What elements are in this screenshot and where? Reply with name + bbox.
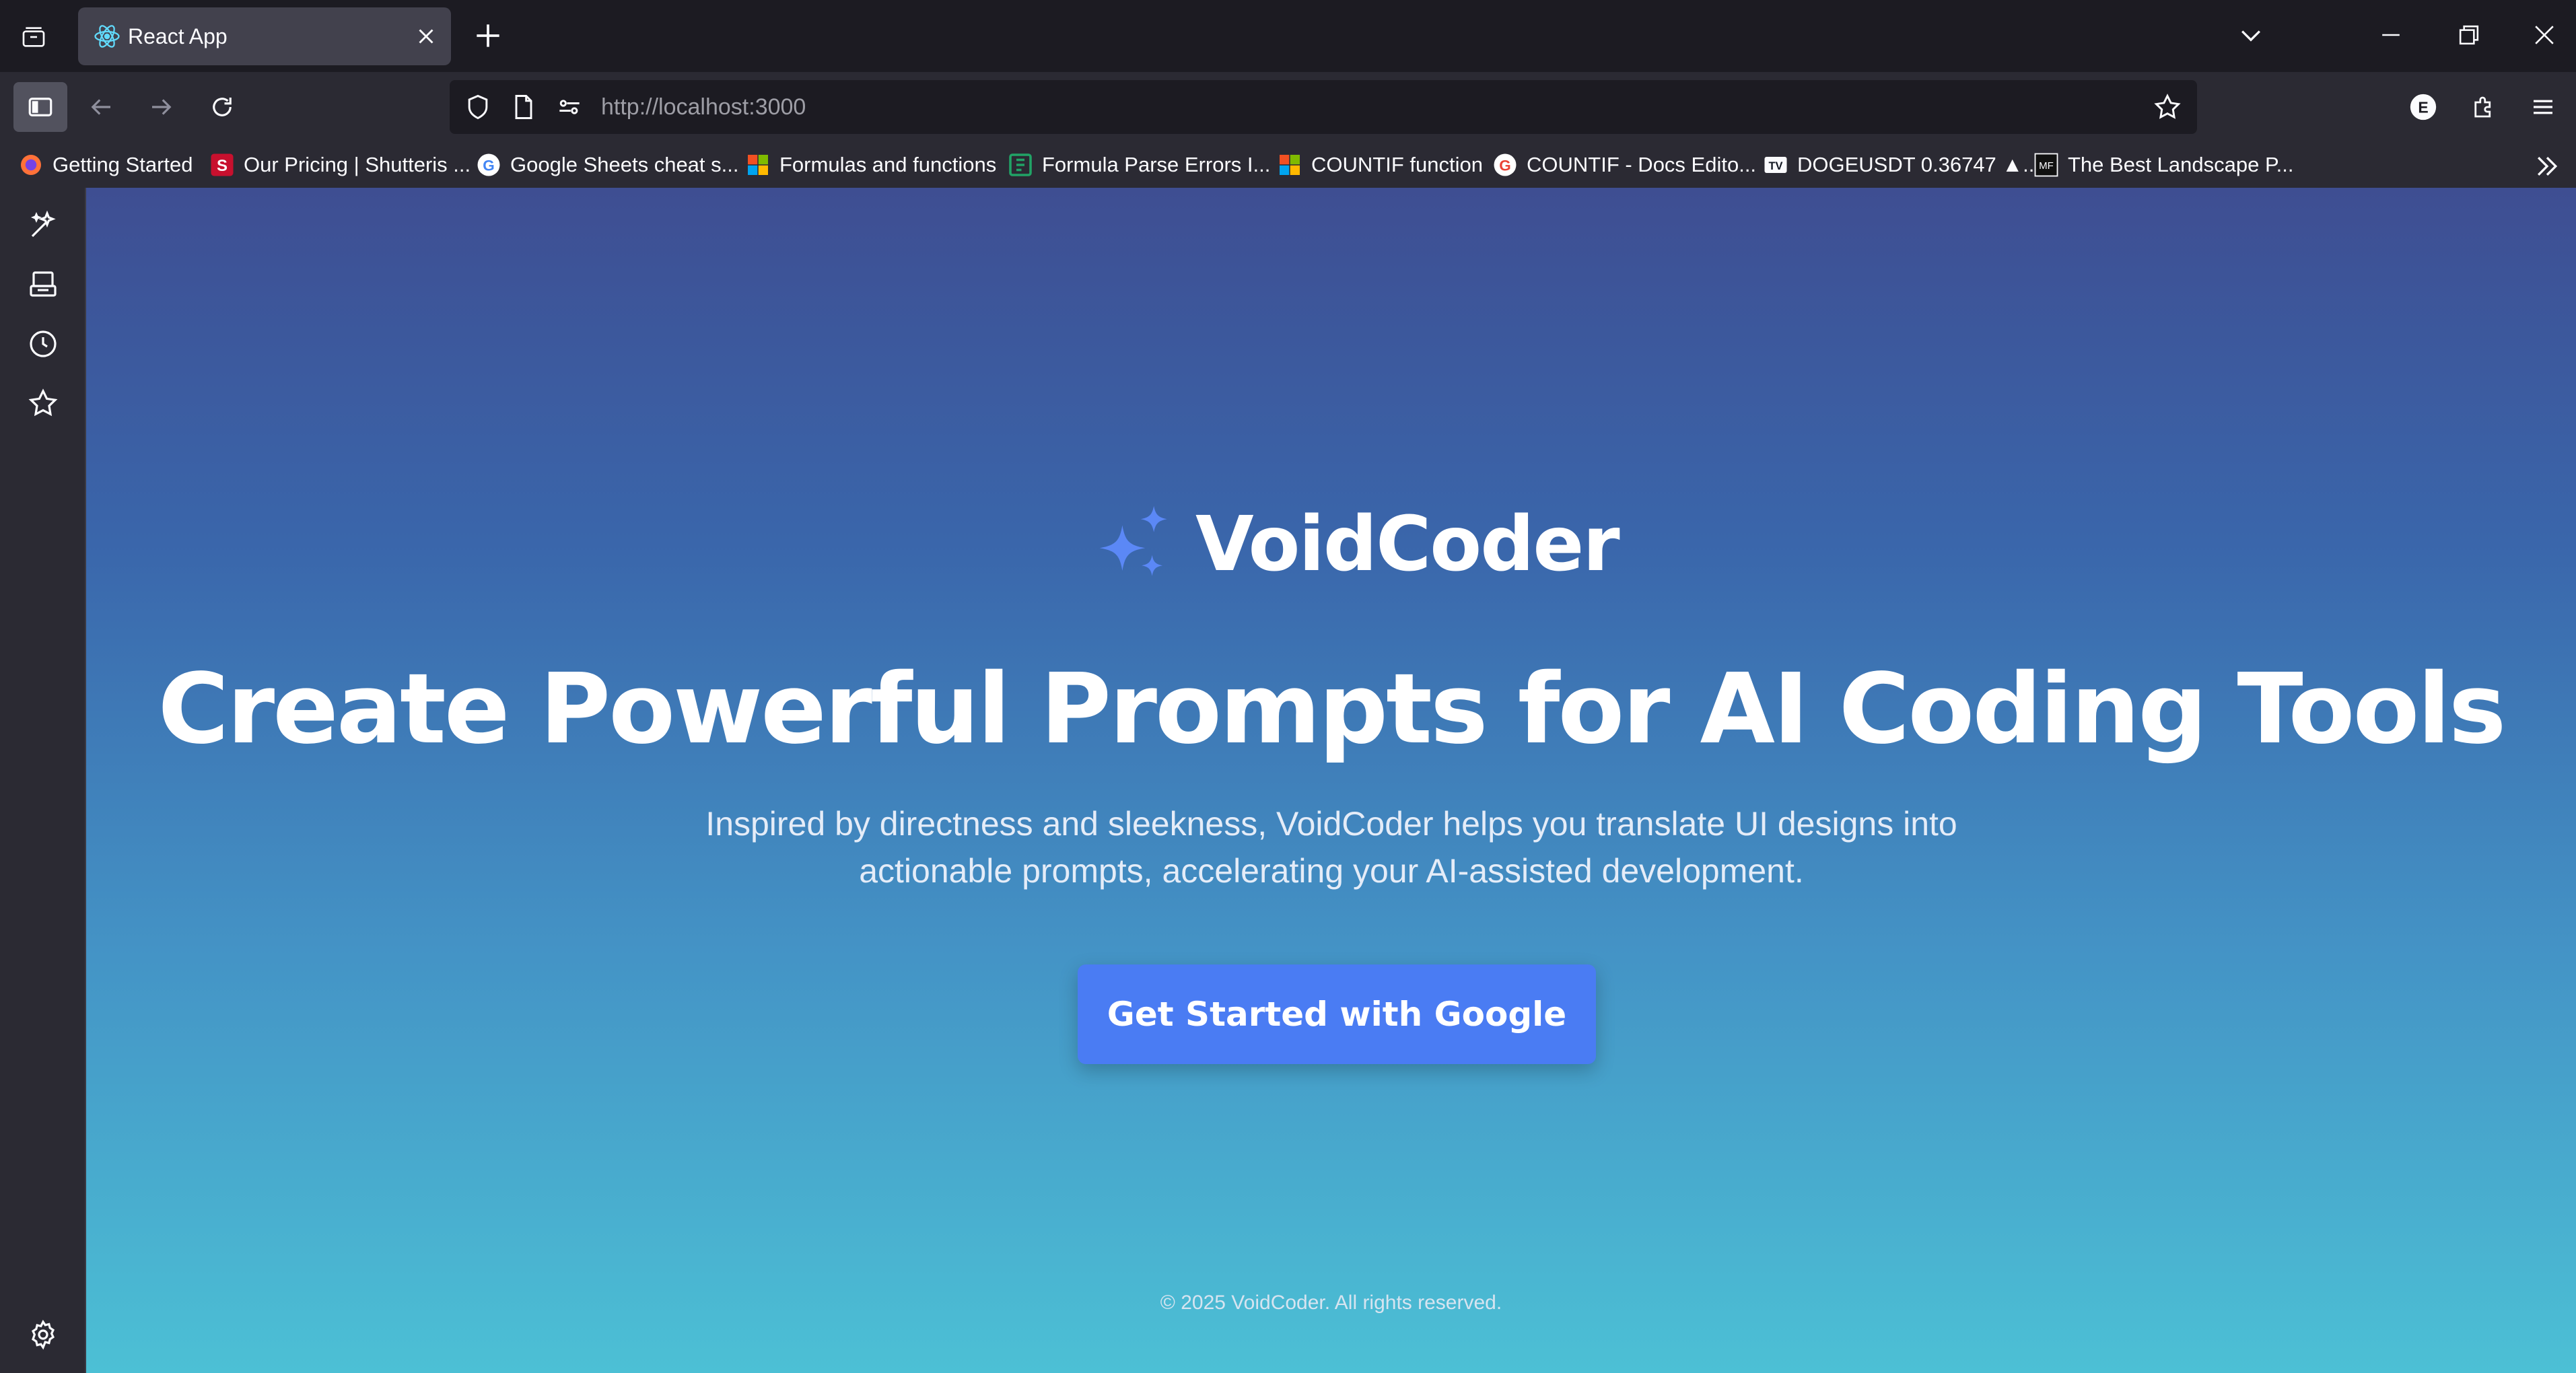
close-window-icon[interactable] xyxy=(2530,20,2559,50)
svg-text:TV: TV xyxy=(1768,160,1782,172)
hamburger-icon xyxy=(2534,100,2552,114)
bookmark-countif-function[interactable]: COUNTIF function xyxy=(1278,147,1483,182)
chevron-double-right-icon[interactable] xyxy=(2532,151,2562,181)
bookmark-google-sheets-cheat[interactable]: G Google Sheets cheat s... xyxy=(477,147,739,182)
ai-chatbot-icon[interactable] xyxy=(27,209,59,242)
tradingview-icon: TV xyxy=(1764,157,1787,173)
new-tab-icon[interactable] xyxy=(471,19,505,52)
history-icon[interactable] xyxy=(27,328,59,360)
sheet-icon xyxy=(1009,153,1032,176)
bookmark-formulas-and-functions[interactable]: Formulas and functions xyxy=(746,147,996,182)
sparkle-icon xyxy=(1099,505,1167,576)
puzzle-icon xyxy=(2474,96,2491,118)
react-icon xyxy=(94,25,120,48)
tab-title: React App xyxy=(128,24,228,48)
bookmark-our-pricing[interactable]: S Our Pricing | Shutteris ... xyxy=(210,147,471,182)
chevron-down-icon[interactable] xyxy=(2236,20,2266,50)
bookmark-dogeusdt[interactable]: TV DOGEUSDT 0.36747 ▲... xyxy=(1764,147,2040,182)
permissions-icon[interactable] xyxy=(555,92,584,122)
bookmarks-star-icon[interactable] xyxy=(27,387,59,419)
microsoft-icon xyxy=(748,155,768,175)
extensions-button[interactable] xyxy=(2466,90,2501,125)
footer-copyright: © 2025 VoidCoder. All rights reserved. xyxy=(1160,1292,1502,1314)
minimize-window-icon[interactable] xyxy=(2376,20,2406,50)
tab-react-app[interactable]: React App xyxy=(78,7,451,65)
firefox-icon xyxy=(21,155,41,175)
url-bar[interactable]: http://localhost:3000 xyxy=(450,80,2197,134)
navigation-toolbar: http://localhost:3000 E xyxy=(0,72,2576,142)
tab-bar: React App xyxy=(0,0,2576,72)
mf-icon: MF xyxy=(2034,153,2058,177)
account-button[interactable]: E xyxy=(2406,90,2441,125)
forward-button[interactable] xyxy=(141,87,182,127)
microsoft-icon xyxy=(1280,155,1300,175)
tab-overview-icon[interactable] xyxy=(15,20,53,54)
account-avatar-icon: E xyxy=(2410,94,2437,120)
sidebar-toggle-button[interactable] xyxy=(13,82,67,132)
close-tab-icon[interactable] xyxy=(413,24,439,49)
bookmark-star-icon[interactable] xyxy=(2153,92,2182,122)
brand-logo: VoidCoder xyxy=(1089,494,1620,595)
svg-text:E: E xyxy=(2418,99,2428,116)
svg-text:G: G xyxy=(483,157,495,174)
bookmark-getting-started[interactable]: Getting Started xyxy=(19,147,193,182)
hero-headline: Create Powerful Prompts for AI Coding To… xyxy=(158,652,2507,765)
sidebar-icon xyxy=(28,98,53,116)
shield-icon[interactable] xyxy=(463,92,493,122)
hero-description: Inspired by directness and sleekness, Vo… xyxy=(692,800,1971,894)
svg-text:MF: MF xyxy=(2039,160,2054,172)
arrow-left-icon xyxy=(91,99,110,115)
get-started-google-button[interactable]: Get Started with Google xyxy=(1078,964,1596,1064)
back-button[interactable] xyxy=(81,87,121,127)
google-icon: G xyxy=(477,153,500,176)
url-text[interactable]: http://localhost:3000 xyxy=(601,80,806,134)
reload-button[interactable] xyxy=(202,87,242,127)
page-icon[interactable] xyxy=(509,92,538,122)
bookmark-countif-docs[interactable]: G COUNTIF - Docs Edito... xyxy=(1493,147,1756,182)
page-content: VoidCoder Create Powerful Prompts for AI… xyxy=(86,188,2576,1373)
restore-window-icon[interactable] xyxy=(2454,20,2484,50)
bookmarks-toolbar: Getting Started S Our Pricing | Shutteri… xyxy=(0,142,2576,188)
bookmark-formula-parse-errors[interactable]: Formula Parse Errors I... xyxy=(1008,147,1270,182)
arrow-right-icon xyxy=(152,99,172,115)
google-icon: G xyxy=(1494,153,1517,176)
svg-text:G: G xyxy=(1499,157,1511,174)
bookmark-best-landscape[interactable]: MF The Best Landscape P... xyxy=(2034,147,2294,182)
svg-text:S: S xyxy=(217,157,228,175)
hero-description-line-1: Inspired by directness and sleekness, Vo… xyxy=(705,805,1957,843)
menu-button[interactable] xyxy=(2526,90,2561,125)
reload-icon xyxy=(213,98,232,116)
shutterstock-icon: S xyxy=(211,153,234,176)
gear-icon[interactable] xyxy=(27,1318,59,1351)
synced-tabs-icon[interactable] xyxy=(27,269,59,301)
hero-description-line-2: actionable prompts, accelerating your AI… xyxy=(859,852,1804,890)
browser-sidebar xyxy=(0,188,86,1373)
brand-name: VoidCoder xyxy=(1195,501,1620,588)
